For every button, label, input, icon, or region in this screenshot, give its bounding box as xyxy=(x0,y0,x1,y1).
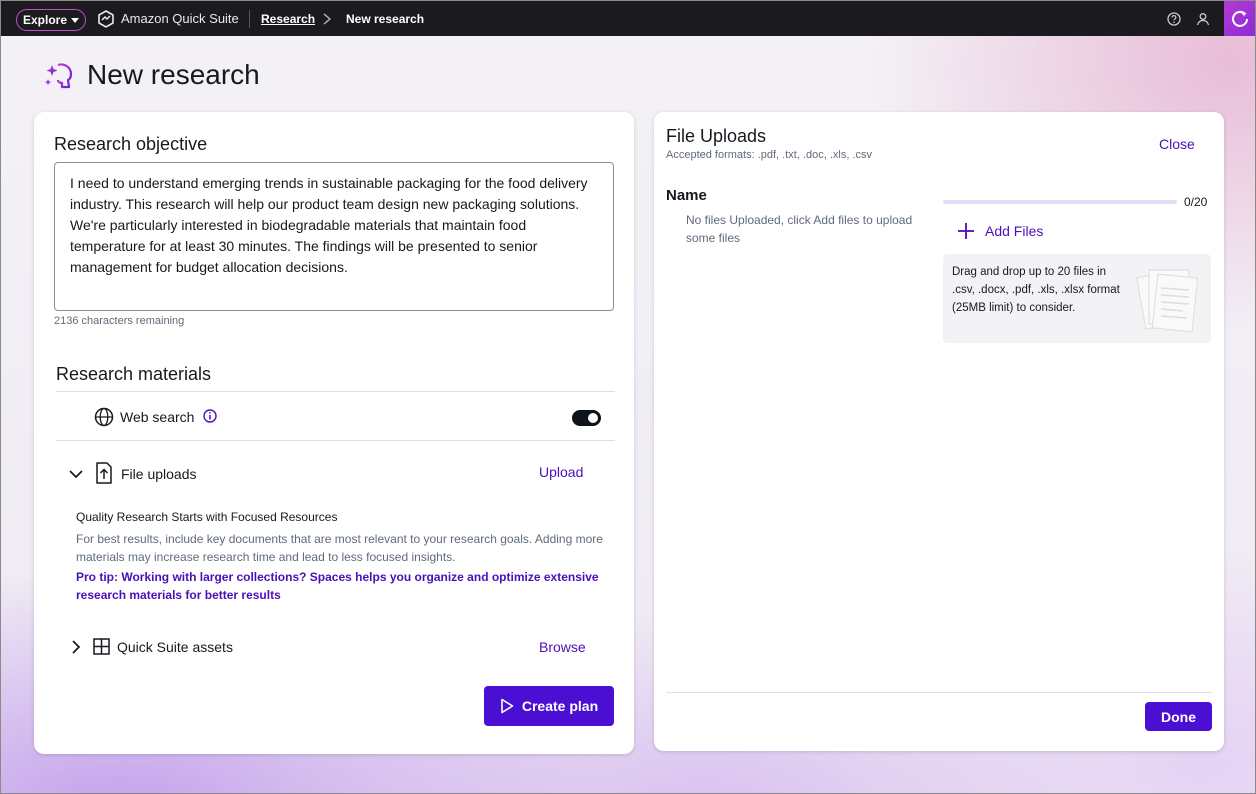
empty-files-message: No files Uploaded, click Add files to up… xyxy=(686,213,913,245)
pro-tip-link[interactable]: Pro tip: Working with larger collections… xyxy=(76,568,616,604)
quality-research-title: Quality Research Starts with Focused Res… xyxy=(76,510,338,524)
chevron-right-icon xyxy=(323,13,332,25)
create-plan-button[interactable]: Create plan xyxy=(484,686,614,726)
accepted-formats: Accepted formats: .pdf, .txt, .doc, .xls… xyxy=(666,149,873,161)
divider xyxy=(666,692,1212,693)
research-sparkle-icon xyxy=(44,63,73,89)
add-files-label: Add Files xyxy=(985,223,1044,239)
play-icon xyxy=(501,698,514,714)
plus-icon xyxy=(958,223,974,239)
quick-suite-logo-icon xyxy=(98,10,114,28)
breadcrumb-research-link[interactable]: Research xyxy=(261,12,315,26)
app-window: Explore Amazon Quick Suite Research New … xyxy=(0,0,1256,794)
upload-count: 0/20 xyxy=(1184,195,1208,209)
divider xyxy=(56,440,615,441)
quick-suite-assets-label[interactable]: Quick Suite assets xyxy=(117,639,233,655)
done-label: Done xyxy=(1161,708,1196,725)
close-button[interactable]: Close xyxy=(1159,136,1195,152)
name-column-header: Name xyxy=(666,187,707,204)
upload-progress-bar xyxy=(943,200,1177,204)
explore-menu-button[interactable]: Explore xyxy=(16,9,86,31)
file-upload-icon xyxy=(96,462,112,484)
add-files-button[interactable]: Add Files xyxy=(957,222,1043,240)
quality-research-body: For best results, include key documents … xyxy=(76,532,603,564)
info-icon[interactable] xyxy=(203,409,217,423)
research-form-card: Research objective I need to understand … xyxy=(34,112,634,754)
file-uploads-title: File Uploads xyxy=(666,126,767,146)
characters-remaining: 2136 characters remaining xyxy=(54,315,185,327)
create-plan-label: Create plan xyxy=(521,698,599,714)
file-uploads-label[interactable]: File uploads xyxy=(121,466,197,482)
file-drop-zone[interactable]: Drag and drop up to 20 files in .csv, .d… xyxy=(943,254,1211,343)
breadcrumb-current: New research xyxy=(346,12,425,26)
grid-icon xyxy=(93,638,110,655)
help-icon[interactable] xyxy=(1167,12,1181,26)
top-navigation-bar: Explore Amazon Quick Suite Research New … xyxy=(1,1,1255,36)
explore-label: Explore xyxy=(22,13,67,27)
chevron-right-icon[interactable] xyxy=(68,639,84,655)
upload-link[interactable]: Upload xyxy=(539,464,583,480)
web-search-label: Web search xyxy=(120,409,195,425)
web-search-toggle[interactable] xyxy=(572,410,601,426)
documents-illustration-icon xyxy=(1136,269,1199,333)
drop-zone-text: Drag and drop up to 20 files in .csv, .d… xyxy=(952,266,1120,314)
topbar-divider xyxy=(249,10,250,28)
research-objective-textarea[interactable]: I need to understand emerging trends in … xyxy=(54,162,614,311)
objective-heading: Research objective xyxy=(54,134,208,154)
browse-link[interactable]: Browse xyxy=(539,639,586,655)
ai-assistant-icon xyxy=(1232,10,1248,27)
globe-icon xyxy=(94,407,114,427)
user-icon[interactable] xyxy=(1196,12,1210,26)
ai-assistant-button[interactable] xyxy=(1224,1,1255,36)
divider xyxy=(56,391,615,392)
file-uploads-panel: File Uploads Accepted formats: .pdf, .tx… xyxy=(654,112,1224,751)
materials-heading: Research materials xyxy=(56,364,212,384)
page-title: New research xyxy=(87,59,260,90)
caret-down-icon xyxy=(71,18,79,23)
chevron-down-icon[interactable] xyxy=(68,466,84,482)
done-button[interactable]: Done xyxy=(1145,702,1212,731)
toggle-knob xyxy=(588,413,598,423)
app-name[interactable]: Amazon Quick Suite xyxy=(121,11,239,26)
